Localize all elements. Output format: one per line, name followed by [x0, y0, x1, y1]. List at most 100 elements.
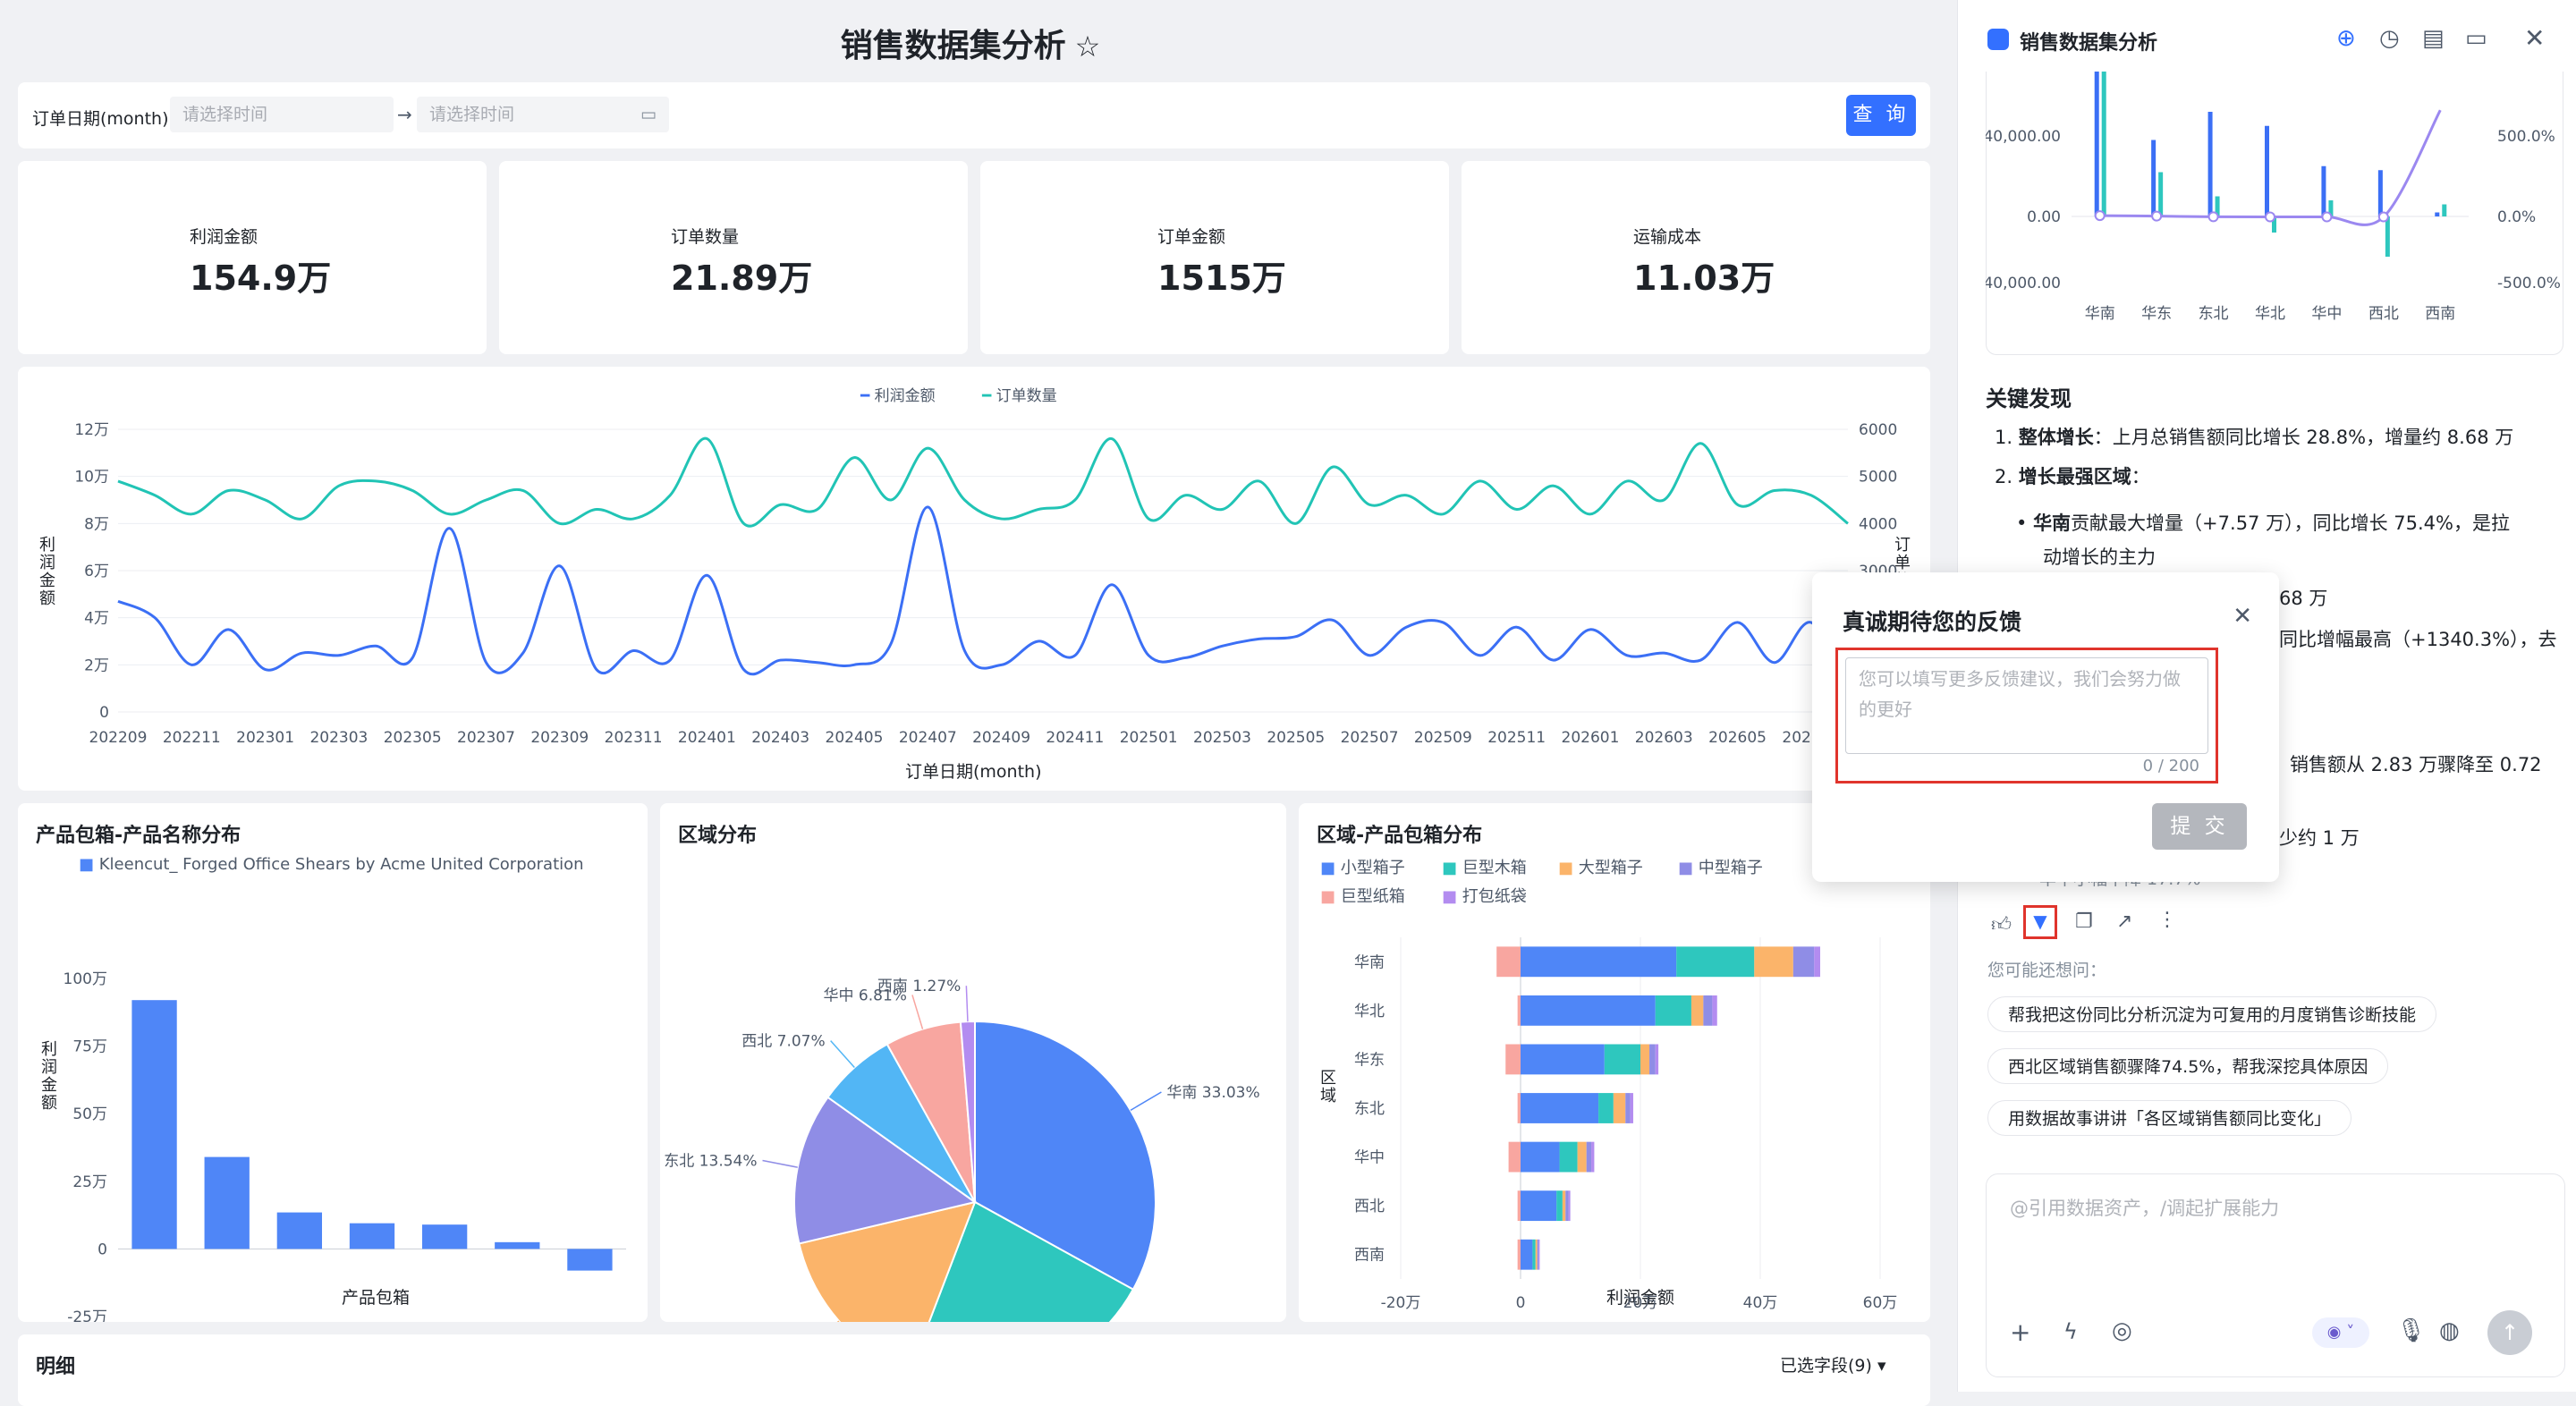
star-icon[interactable]: ☆	[1075, 30, 1101, 64]
x-tick-label: 202311	[605, 729, 663, 747]
x-tick-label: 东北	[2199, 305, 2229, 323]
query-button[interactable]: 查 询	[1846, 95, 1916, 136]
stacked-bar-segment	[1521, 1141, 1560, 1173]
dashboard-title-text: 销售数据集分析	[840, 28, 1066, 64]
calendar-icon[interactable]: ▤	[2422, 25, 2445, 52]
stacked-bar-segment	[1532, 1239, 1536, 1270]
pie-leader-line	[965, 986, 969, 1022]
thumbs-down-icon[interactable]: ▼	[2023, 905, 2057, 939]
stacked-bar-segment	[1521, 1044, 1605, 1075]
x-tick-label: 202511	[1487, 729, 1546, 747]
chat-input[interactable]: @引用数据资产，/调起扩展能力 + ϟ ◎ ◉ ˅ 🎙︎ ◍ ↑	[1986, 1173, 2565, 1377]
y-left-tick-label: 8万	[84, 515, 109, 533]
stacked-bar-segment	[1754, 946, 1793, 978]
stacked-bar-segment	[1690, 995, 1704, 1026]
screen-icon[interactable]: ▭	[2465, 25, 2487, 52]
kpi-label: 运输成本	[1633, 227, 1702, 247]
bar	[131, 1000, 177, 1249]
kpi-value: 1515万	[1157, 258, 1286, 298]
x-tick-label: 202301	[236, 729, 294, 747]
stacked-bar-segment	[1577, 1141, 1587, 1173]
model-select[interactable]: ◉ ˅	[2312, 1317, 2369, 1348]
pie-leader-line	[911, 995, 924, 1029]
feedback-textarea-highlight: 您可以填写更多反馈建议，我们会努力做的更好 0 / 200	[1835, 648, 2218, 783]
stacked-bar-segment	[1565, 1190, 1569, 1222]
y-tick-label: 50万	[72, 1105, 107, 1123]
history-icon[interactable]: ◷	[2379, 25, 2400, 52]
y-left-tick-label: 2万	[84, 656, 109, 674]
pie-label: 东北 13.54%	[664, 1152, 757, 1170]
y-right-tick-label: -500.0%	[2497, 275, 2561, 292]
feedback-close-icon[interactable]: ✕	[2233, 603, 2252, 630]
x-tick-label: 202501	[1120, 729, 1178, 747]
more-icon[interactable]: ⋮	[2157, 909, 2177, 931]
y-left-tick-label: -40,000.00	[1986, 275, 2061, 292]
bar	[2385, 216, 2390, 257]
share-icon[interactable]: ↗	[2116, 911, 2132, 933]
end-date-input[interactable]: 请选择时间 ▭	[417, 97, 669, 132]
series-line-orders	[117, 437, 1849, 528]
x-tick-label: 202603	[1635, 729, 1693, 747]
feedback-title: 真诚期待您的反馈	[1843, 609, 2022, 635]
fields-selector[interactable]: 已选字段(9) ▾	[1780, 1352, 1886, 1376]
x-tick-label: 202403	[751, 729, 809, 747]
stacked-bar-segment	[1521, 1190, 1557, 1222]
stacked-bar-segment	[1517, 1239, 1521, 1270]
bar	[204, 1156, 250, 1249]
suggestion-chip[interactable]: 用数据故事讲讲「各区域销售额同比变化」	[1987, 1100, 2352, 1136]
line-point	[2377, 211, 2389, 223]
send-button[interactable]: ↑	[2487, 1310, 2532, 1355]
start-date-input[interactable]: 请选择时间	[170, 97, 394, 132]
y-tick-label: 东北	[1354, 1100, 1385, 1118]
feedback-submit-button[interactable]: 提 交	[2152, 803, 2247, 850]
y-tick-label: 华南	[1354, 953, 1385, 971]
date-range-arrow: →	[397, 104, 412, 125]
stacked-bar-segment	[1496, 946, 1521, 978]
x-tick-label: 202209	[89, 729, 148, 747]
lightning-icon[interactable]: ϟ	[2063, 1319, 2078, 1344]
pie-chart-svg: 华南 33.03%华北 22.78%华东 15.50%东北 13.54%西北 7…	[664, 978, 1260, 1322]
partial-text: 销售额从 2.83 万骤降至 0.72	[2290, 754, 2542, 775]
suggestion-chip[interactable]: 帮我把这份同比分析沉淀为可复用的月度销售诊断技能	[1987, 996, 2437, 1032]
y-tick-label: 100万	[64, 970, 107, 988]
line-point	[2321, 211, 2333, 223]
y-tick-label: 75万	[72, 1038, 107, 1056]
calendar-icon: ▭	[640, 105, 657, 124]
x-tick-label: 202505	[1267, 729, 1325, 747]
assistant-title: 销售数据集分析	[2020, 32, 2158, 55]
stacked-bar-segment	[1625, 1093, 1631, 1123]
x-tick-label: -20万	[1381, 1294, 1421, 1312]
close-icon[interactable]: ✕	[2524, 23, 2545, 53]
bar	[495, 1241, 540, 1249]
voice-wave-icon[interactable]: ◍	[2439, 1317, 2460, 1344]
stacked-bar-segment	[1814, 946, 1820, 978]
stacked-bar-segment	[1598, 1093, 1614, 1123]
y-tick-label: 华中	[1354, 1149, 1385, 1167]
x-tick-label: 202211	[163, 729, 221, 747]
filter-label: 订单日期(month)	[32, 109, 169, 129]
feedback-textarea[interactable]: 您可以填写更多反馈建议，我们会努力做的更好	[1845, 657, 2208, 754]
copy-icon[interactable]: ❐	[2075, 911, 2093, 933]
stacked-bar-segment	[1505, 1044, 1521, 1075]
x-tick-label: 202605	[1708, 729, 1767, 747]
kpi-value: 154.9万	[190, 258, 332, 298]
line-point	[2094, 210, 2106, 222]
thumbs-up-icon[interactable]: 👍︎	[1991, 912, 2012, 936]
microphone-icon[interactable]: 🎙︎	[2396, 1317, 2426, 1344]
stacked-bar-segment	[1568, 1190, 1571, 1222]
y-right-tick-label: 5000	[1859, 469, 1897, 487]
x-tick-label: 202405	[826, 729, 884, 747]
stacked-bar-segment	[1640, 1044, 1650, 1075]
globe-icon[interactable]: ◎	[2112, 1317, 2132, 1344]
stacked-bar-segment	[1521, 946, 1677, 978]
suggestion-chip[interactable]: 西北区域销售额骤降74.5%，帮我深挖具体原因	[1987, 1048, 2389, 1084]
line-point	[2151, 210, 2163, 222]
partial-text: 同比增幅最高（+1340.3%），去	[2279, 629, 2557, 650]
bar	[2377, 170, 2383, 216]
x-tick-label: 202401	[678, 729, 736, 747]
feedback-popup: 真诚期待您的反馈 ✕ 您可以填写更多反馈建议，我们会努力做的更好 0 / 200…	[1812, 572, 2279, 882]
add-icon[interactable]: +	[2010, 1317, 2030, 1347]
new-chat-icon[interactable]: ⊕	[2336, 25, 2356, 52]
stacked-bar-segment	[1613, 1093, 1626, 1123]
stacked-bar-segment	[1655, 995, 1691, 1026]
